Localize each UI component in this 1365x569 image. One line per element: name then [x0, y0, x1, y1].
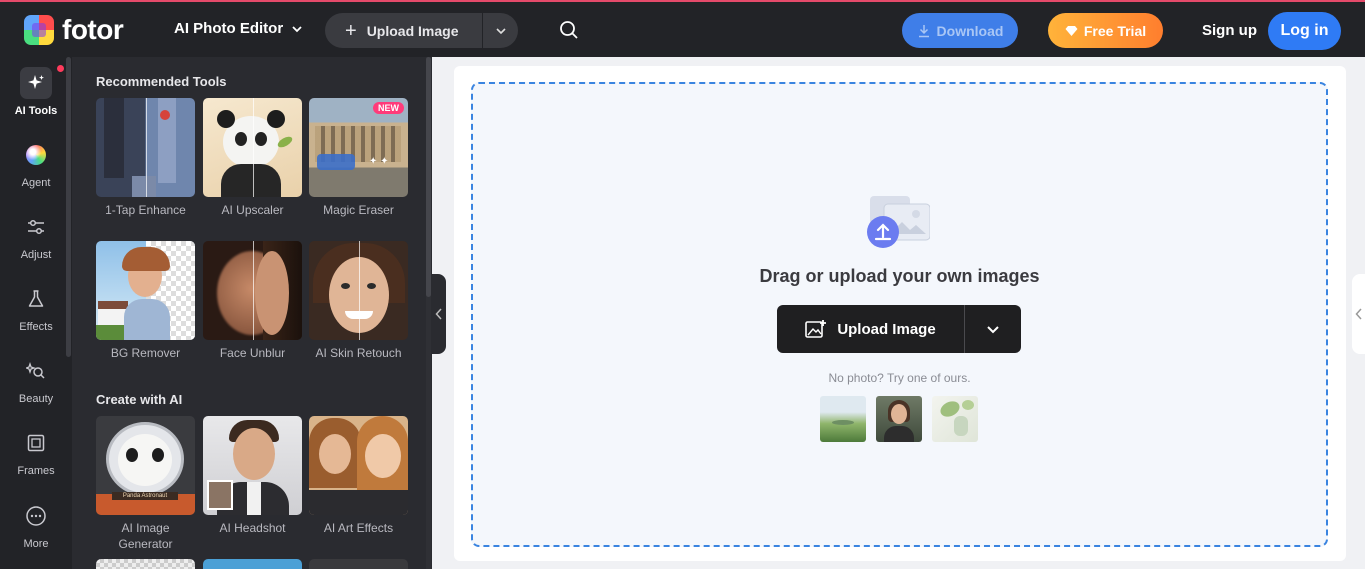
rail-label: AI Tools	[14, 105, 58, 117]
tool-thumbnail[interactable]	[96, 559, 195, 569]
ai-photo-editor-menu[interactable]: AI Photo Editor	[174, 20, 303, 37]
tool-label: AI Image Generator	[118, 521, 173, 551]
tool-1-tap-enhance[interactable]: 1-Tap Enhance	[96, 98, 195, 218]
free-trial-button[interactable]: Free Trial	[1048, 13, 1163, 48]
tool-ai-art-effects[interactable]: AI Art Effects	[309, 416, 408, 536]
panda-astronaut-caption: Panda Astronaut	[112, 492, 178, 500]
tool-label: AI Art Effects	[323, 521, 394, 535]
upload-image-button[interactable]: + Upload Image	[325, 13, 482, 48]
free-trial-label: Free Trial	[1083, 22, 1147, 39]
rail-item-frames[interactable]: Frames	[0, 427, 72, 477]
tool-label: Face Unblur	[219, 346, 286, 360]
dropzone-upload-label: Upload Image	[837, 320, 936, 338]
tools-panel: Recommended Tools 1-Tap Enhance AI Upsca…	[72, 57, 432, 569]
diamond-icon	[1065, 25, 1078, 36]
notification-dot	[57, 65, 64, 72]
tool-thumbnail	[309, 416, 408, 515]
rail-label: Adjust	[20, 249, 52, 261]
log-in-button[interactable]: Log in	[1268, 12, 1341, 50]
rail-item-beauty[interactable]: Beauty	[0, 355, 72, 405]
dropzone-title: Drag or upload your own images	[759, 266, 1040, 286]
tool-face-unblur[interactable]: Face Unblur	[203, 241, 302, 361]
tool-thumbnail	[203, 241, 302, 340]
rail-label: Beauty	[18, 393, 54, 405]
tool-thumbnail	[203, 98, 302, 197]
upload-image-split-button: + Upload Image	[325, 13, 518, 48]
tool-ai-skin-retouch[interactable]: AI Skin Retouch	[309, 241, 408, 361]
search-button[interactable]	[556, 17, 582, 43]
search-icon	[560, 21, 578, 39]
tool-ai-headshot[interactable]: AI Headshot	[203, 416, 302, 536]
sample-portrait-photo[interactable]	[876, 396, 922, 442]
tool-label: Magic Eraser	[323, 203, 394, 217]
tool-label: BG Remover	[110, 346, 181, 360]
download-label: Download	[936, 22, 1004, 39]
logo-mark-icon	[24, 15, 54, 45]
frame-icon	[20, 427, 52, 459]
tool-thumbnail[interactable]	[309, 559, 408, 569]
tool-label: AI Headshot	[219, 521, 286, 535]
rail-label: Effects	[19, 321, 53, 333]
download-icon	[918, 24, 929, 37]
dropzone-upload-options-dropdown[interactable]	[965, 322, 1021, 336]
create-with-ai-title: Create with AI	[96, 392, 183, 407]
sparkle-wand-icon	[20, 355, 52, 387]
tool-thumbnail: ✦ ✦ NEW	[309, 98, 408, 197]
dropzone-upload-button[interactable]: Upload Image	[777, 319, 964, 339]
chevron-left-icon	[1354, 308, 1362, 320]
tool-thumbnail	[96, 241, 195, 340]
fotor-logo[interactable]: fotor	[24, 14, 124, 46]
expand-right-panel-button[interactable]	[1352, 274, 1365, 354]
chevron-down-icon	[292, 25, 302, 32]
tool-thumbnail	[203, 416, 302, 515]
tool-thumbnail[interactable]	[203, 559, 302, 569]
chevron-down-icon	[495, 27, 506, 34]
rail-label: Agent	[21, 177, 51, 189]
sliders-icon	[20, 211, 52, 243]
rail-item-adjust[interactable]: Adjust	[0, 211, 72, 261]
rail-item-more[interactable]: More	[0, 500, 72, 550]
tool-label: AI Upscaler	[221, 203, 284, 217]
tool-thumbnail	[96, 98, 195, 197]
sample-photos	[820, 396, 978, 442]
rail-item-effects[interactable]: Effects	[0, 283, 72, 333]
color-orb-icon	[20, 139, 52, 171]
tool-ai-image-generator[interactable]: Panda Astronaut AI Image Generator	[96, 416, 195, 552]
chevron-down-icon	[987, 326, 999, 334]
panel-scrollbar[interactable]	[426, 57, 431, 569]
rail-label: More	[23, 538, 49, 550]
more-dots-icon	[20, 500, 52, 532]
sample-landscape-photo[interactable]	[820, 396, 866, 442]
collapse-panel-button[interactable]	[432, 274, 446, 354]
tool-magic-eraser[interactable]: ✦ ✦ NEW Magic Eraser	[309, 98, 408, 218]
tool-bg-remover[interactable]: BG Remover	[96, 241, 195, 361]
flask-icon	[20, 283, 52, 315]
top-bar: fotor AI Photo Editor + Upload Image Dow…	[0, 0, 1365, 57]
tool-thumbnail	[309, 241, 408, 340]
new-badge: NEW	[373, 102, 404, 114]
recommended-tools-title: Recommended Tools	[96, 74, 227, 89]
add-image-icon	[805, 320, 827, 338]
sample-still-life-photo[interactable]	[932, 396, 978, 442]
tool-ai-upscaler[interactable]: AI Upscaler	[203, 98, 302, 218]
rail-item-agent[interactable]: Agent	[0, 139, 72, 189]
image-upload-illustration-icon	[867, 196, 930, 248]
upload-options-dropdown[interactable]	[483, 25, 518, 37]
sample-photos-hint: No photo? Try one of ours.	[828, 371, 971, 385]
dropzone-upload-split-button: Upload Image	[777, 305, 1021, 353]
sign-up-link[interactable]: Sign up	[1202, 22, 1257, 39]
upload-image-label: Upload Image	[366, 22, 459, 39]
tool-label: AI Skin Retouch	[315, 346, 402, 360]
rail-label: Frames	[17, 465, 55, 477]
tool-label: 1-Tap Enhance	[105, 203, 186, 217]
rail-item-ai-tools[interactable]: AI Tools	[0, 67, 72, 117]
sparkle-icon	[20, 67, 52, 99]
tool-thumbnail: Panda Astronaut	[96, 416, 195, 515]
chevron-left-icon	[435, 308, 442, 320]
plus-icon: +	[345, 19, 357, 42]
download-button[interactable]: Download	[902, 13, 1018, 48]
left-rail: AI Tools Agent Adjust Effects Beauty Fra…	[0, 57, 72, 569]
ai-photo-editor-label: AI Photo Editor	[174, 20, 284, 37]
